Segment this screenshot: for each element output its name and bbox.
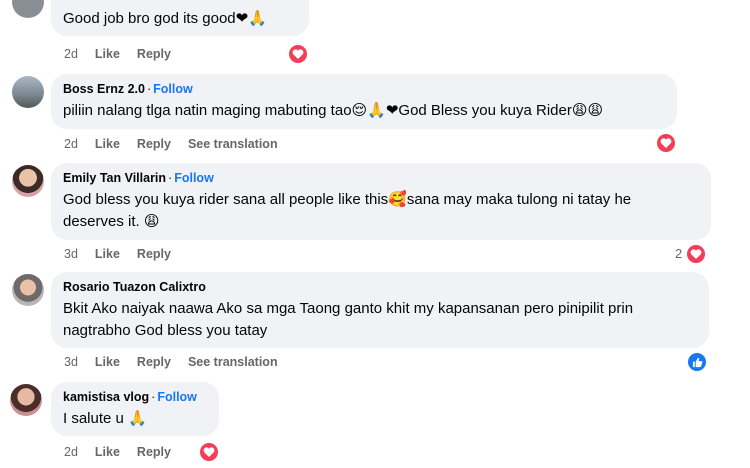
- comment-text: I salute u 🙏: [63, 410, 147, 427]
- separator-dot: ·: [146, 82, 152, 96]
- love-icon[interactable]: [287, 43, 309, 65]
- comment-text-line-2: deserves it. 😩: [63, 213, 160, 230]
- author-line: Boss Ernz 2.0 · Follow: [63, 81, 665, 97]
- comment-time[interactable]: 3d: [64, 354, 78, 370]
- avatar[interactable]: [12, 274, 44, 306]
- separator-dot: ·: [151, 390, 156, 404]
- avatar[interactable]: [12, 76, 44, 108]
- author-line: Emily Tan Villarin · Follow: [63, 170, 699, 186]
- reply-button[interactable]: Reply: [137, 136, 171, 152]
- comment-actions: 2d Like Reply: [64, 46, 171, 62]
- author-line: Rosario Tuazon Calixtro: [63, 279, 697, 295]
- separator-dot: ·: [168, 171, 173, 185]
- comment-bubble: Rosario Tuazon Calixtro Bkit Ako naiyak …: [51, 272, 709, 348]
- comment-actions: 3d Like Reply See translation: [64, 354, 278, 370]
- comment-bubble: kamistisa vlog · Follow I salute u 🙏: [51, 382, 219, 436]
- reaction-count[interactable]: 2: [675, 246, 682, 261]
- author-name[interactable]: Emily Tan Villarin: [63, 171, 166, 185]
- love-icon[interactable]: [655, 132, 677, 154]
- comment-text: piliin nalang tlga natin maging mabuting…: [63, 102, 604, 119]
- reply-button[interactable]: Reply: [137, 354, 171, 370]
- reply-button[interactable]: Reply: [137, 46, 171, 62]
- follow-button[interactable]: Follow: [157, 390, 197, 404]
- love-icon[interactable]: [685, 243, 707, 265]
- avatar[interactable]: [12, 0, 44, 18]
- comment-text: Good job bro god its good❤🙏: [63, 10, 267, 27]
- follow-button[interactable]: Follow: [153, 82, 193, 96]
- see-translation-link[interactable]: See translation: [188, 354, 278, 370]
- comment-bubble: Boss Ernz 2.0 · Follow piliin nalang tlga …: [51, 74, 677, 129]
- reply-button[interactable]: Reply: [137, 246, 171, 262]
- avatar[interactable]: [10, 384, 42, 416]
- comment-time[interactable]: 3d: [64, 246, 78, 262]
- like-button[interactable]: Like: [95, 246, 120, 262]
- like-button[interactable]: Like: [95, 354, 120, 370]
- comment-time[interactable]: 2d: [64, 46, 78, 62]
- follow-button[interactable]: Follow: [174, 171, 214, 185]
- see-translation-link[interactable]: See translation: [188, 136, 278, 152]
- comment-time[interactable]: 2d: [64, 444, 78, 460]
- author-name[interactable]: kamistisa vlog: [63, 390, 149, 404]
- love-icon[interactable]: [198, 441, 220, 463]
- reply-button[interactable]: Reply: [137, 444, 171, 460]
- comment-time[interactable]: 2d: [64, 136, 78, 152]
- like-button[interactable]: Like: [95, 136, 120, 152]
- comment-actions: 3d Like Reply: [64, 246, 171, 262]
- comment-actions: 2d Like Reply See translation: [64, 136, 278, 152]
- author-name[interactable]: Rosario Tuazon Calixtro: [63, 280, 206, 294]
- comment-bubble: Good job bro god its good❤🙏: [51, 0, 309, 36]
- comment-bubble: Emily Tan Villarin · Follow God bless you …: [51, 163, 711, 240]
- like-icon[interactable]: [686, 351, 708, 373]
- comment-text-line-2: nagtrabho God bless you tatay: [63, 322, 268, 339]
- like-button[interactable]: Like: [95, 444, 120, 460]
- author-name[interactable]: Boss Ernz 2.0: [63, 82, 145, 96]
- avatar[interactable]: [12, 165, 44, 197]
- author-line: kamistisa vlog · Follow: [63, 389, 207, 405]
- comment-text-line-1: God bless you kuya rider sana all people…: [63, 191, 632, 208]
- comment-actions: 2d Like Reply: [64, 444, 171, 460]
- like-button[interactable]: Like: [95, 46, 120, 62]
- comment-text-line-1: Bkit Ako naiyak naawa Ako sa mga Taong g…: [63, 300, 634, 317]
